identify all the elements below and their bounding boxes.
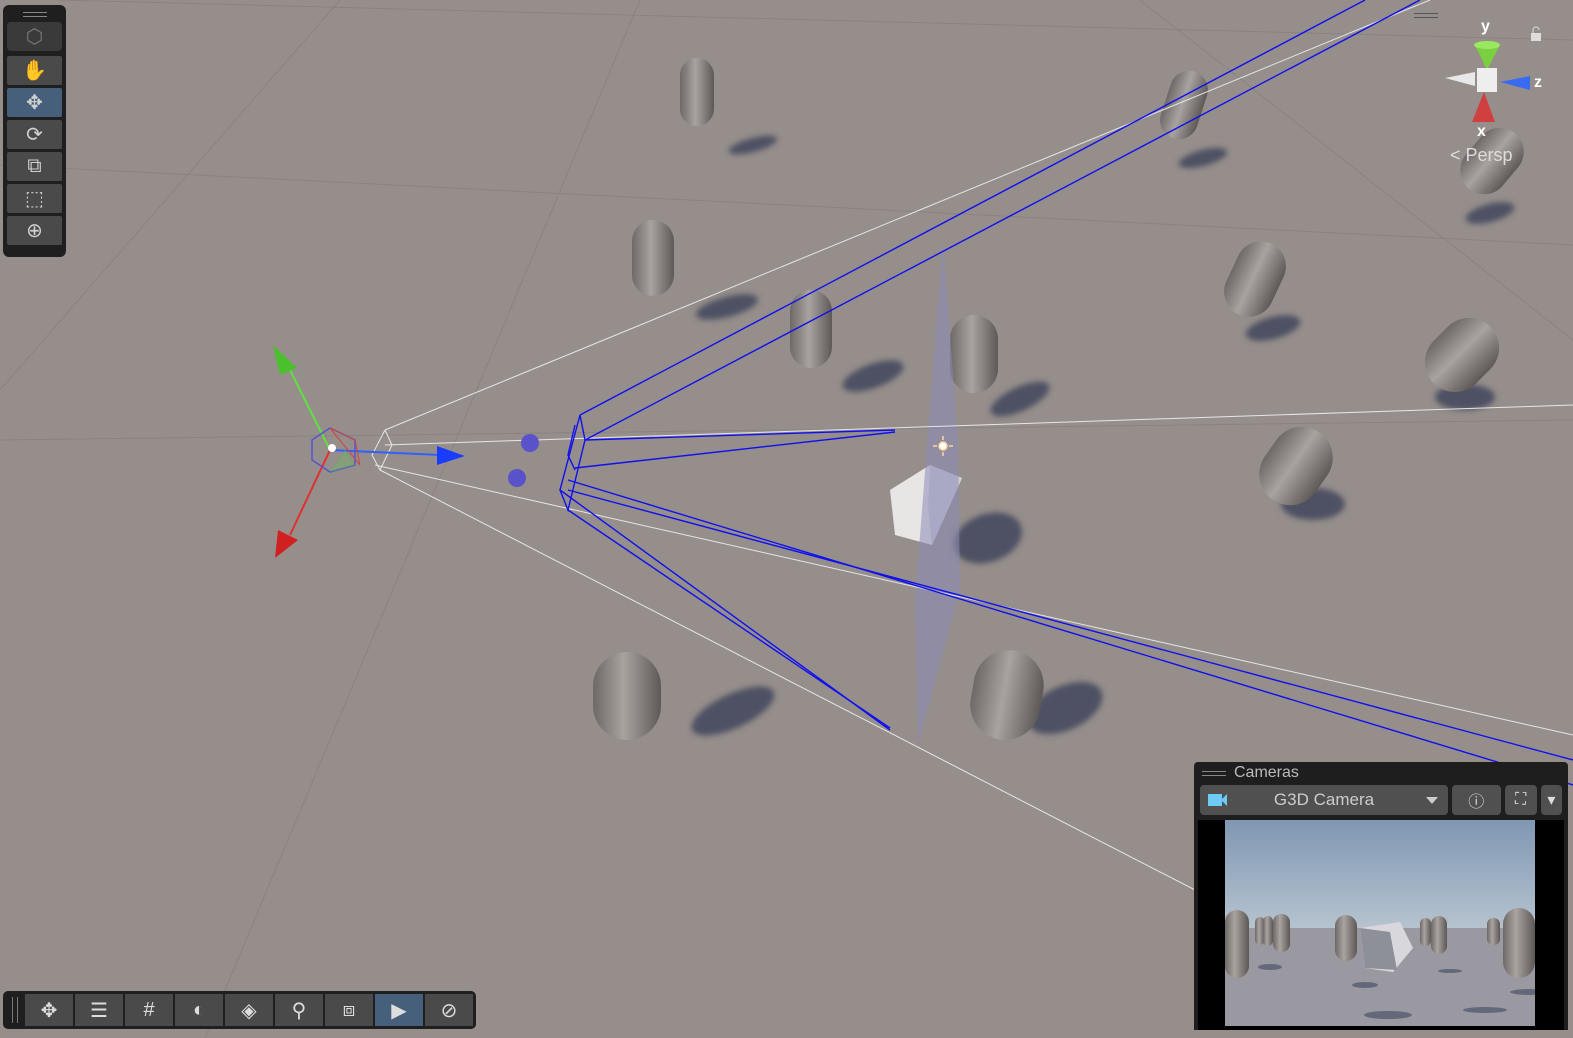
projection-toggle[interactable]: < Persp: [1450, 145, 1513, 166]
gizmo-x-label: x: [1477, 123, 1486, 140]
shadows: [691, 135, 1515, 736]
cameras-title: Cameras: [1234, 764, 1299, 781]
camera-frustum-blue: [559, 0, 1573, 786]
move-gizmo[interactable]: [273, 345, 465, 558]
compass-icon: ⊘: [440, 999, 458, 1022]
chevron-down-icon: ▾: [1547, 792, 1556, 809]
pivot-icon: ⧈: [342, 998, 356, 1021]
gizmo-drag-handle[interactable]: [1414, 13, 1438, 18]
info-icon: ⓘ: [1468, 794, 1485, 811]
drag-handle[interactable]: [7, 997, 23, 1023]
handle-dot[interactable]: [521, 434, 539, 452]
camera-select[interactable]: G3D Camera: [1200, 785, 1448, 815]
lock-icon[interactable]: [1531, 26, 1541, 41]
hand-tool-button[interactable]: ✋: [7, 56, 62, 85]
camera-preview: [1198, 820, 1564, 1030]
scale-tool-button[interactable]: ⧉: [7, 152, 62, 181]
transform-icon: ⊕: [26, 220, 43, 242]
layers-button[interactable]: ◈: [225, 994, 273, 1026]
camera-info-button[interactable]: ⓘ: [1452, 785, 1501, 815]
camera-view-button[interactable]: ▶: [375, 994, 423, 1026]
gizmo-z-label: z: [1534, 74, 1542, 91]
cameras-overlay: Cameras G3D Camera ⓘ ⛶ ▾: [1194, 762, 1568, 1030]
bottom-overlay-toolbar: ✥ ☰ # ◐ ◈ ⚲ ⧈ ▶ ⊘: [3, 991, 476, 1029]
chevron-left-icon: <: [1450, 145, 1466, 165]
cube-icon: ⬡: [25, 26, 44, 48]
frame-icon: ⛶: [1515, 791, 1527, 808]
moon-icon: ◐: [192, 998, 206, 1021]
grid-button[interactable]: #: [125, 994, 173, 1026]
move-icon: ✥: [40, 999, 58, 1022]
hand-icon: ✋: [22, 60, 47, 82]
camera-select-value: G3D Camera: [1273, 790, 1375, 809]
rect-transform-icon: ⬚: [25, 188, 44, 210]
navigate-button[interactable]: ⊘: [425, 994, 473, 1026]
move-tool-button[interactable]: ✥: [7, 88, 62, 117]
pivot-button[interactable]: ⧈: [325, 994, 373, 1026]
drag-handle[interactable]: [7, 9, 62, 19]
camera-frustum-white: [371, 0, 1573, 891]
view-tool-button[interactable]: ⬡: [7, 22, 62, 51]
drag-handle[interactable]: [1202, 770, 1226, 776]
projection-label: Persp: [1465, 145, 1513, 165]
search-button[interactable]: ⚲: [275, 994, 323, 1026]
orientation-gizmo[interactable]: [1445, 41, 1530, 122]
chevron-down-icon: [1426, 797, 1438, 804]
shading-button[interactable]: ◐: [175, 994, 223, 1026]
capsules: [593, 58, 1524, 740]
settings-button[interactable]: ☰: [75, 994, 123, 1026]
tools-overlay: ⬡ ✋ ✥ ⟳ ⧉ ⬚ ⊕: [3, 5, 66, 257]
grid-icon: #: [143, 998, 155, 1021]
rotate-tool-button[interactable]: ⟳: [7, 120, 62, 149]
search-icon: ⚲: [291, 999, 307, 1022]
rotate-icon: ⟳: [26, 124, 43, 146]
move-icon: ✥: [26, 92, 43, 114]
sliders-icon: ☰: [90, 999, 108, 1022]
transform-tool-button[interactable]: ⊕: [7, 216, 62, 245]
camera-eye-icon: ▶: [391, 999, 407, 1022]
move-button[interactable]: ✥: [25, 994, 73, 1026]
rect-tool-button[interactable]: ⬚: [7, 184, 62, 213]
gizmo-y-label: y: [1481, 18, 1490, 35]
camera-frame-button[interactable]: ⛶: [1504, 785, 1537, 815]
scale-icon: ⧉: [27, 155, 42, 177]
handle-dot[interactable]: [508, 469, 526, 487]
camera-options-button[interactable]: ▾: [1540, 785, 1563, 815]
layer-plane-icon: ◈: [241, 999, 257, 1022]
